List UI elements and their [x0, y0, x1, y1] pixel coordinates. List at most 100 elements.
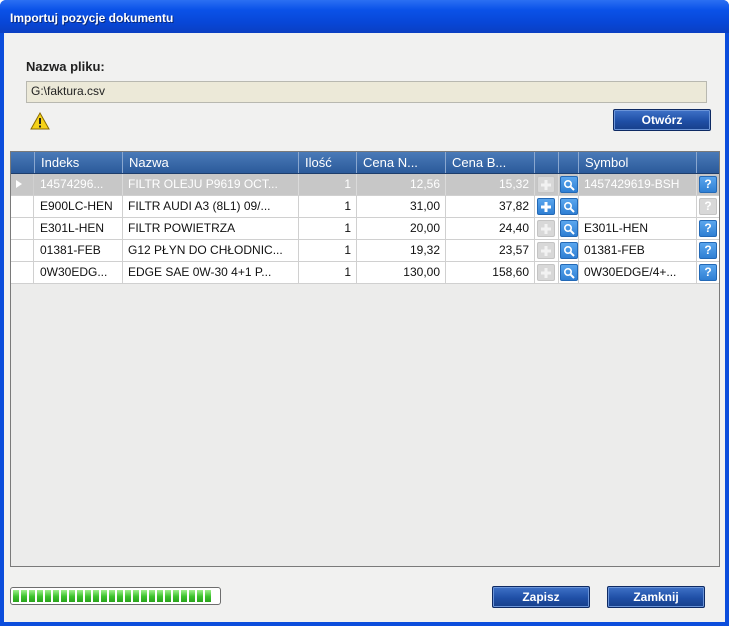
cell-symbol[interactable]: E301L-HEN	[579, 218, 697, 239]
cell-indeks[interactable]: 14574296...	[35, 174, 123, 195]
cell-cena-netto[interactable]: 130,00	[357, 262, 446, 283]
header-search	[559, 152, 579, 173]
progress-segment	[149, 590, 155, 602]
row-marker[interactable]	[11, 262, 34, 283]
file-path-field[interactable]: G:\faktura.csv	[26, 81, 707, 103]
help-icon[interactable]: ?	[699, 264, 717, 281]
progress-bar	[10, 587, 221, 605]
progress-segment	[181, 590, 187, 602]
cell-cena-netto[interactable]: 19,32	[357, 240, 446, 261]
cell-nazwa[interactable]: FILTR OLEJU P9619 OCT...	[123, 174, 299, 195]
cell-indeks[interactable]: E301L-HEN	[35, 218, 123, 239]
cell-nazwa[interactable]: FILTR POWIETRZA	[123, 218, 299, 239]
cell-add	[535, 174, 559, 195]
header-nazwa[interactable]: Nazwa	[123, 152, 299, 173]
dialog-client-area: Nazwa pliku: G:\faktura.csv Otwórz Indek…	[4, 33, 725, 622]
cell-nazwa[interactable]: FILTR AUDI A3 (8L1) 09/...	[123, 196, 299, 217]
progress-segment	[101, 590, 107, 602]
progress-fill	[13, 590, 218, 602]
row-marker[interactable]	[11, 174, 34, 195]
cell-search	[559, 262, 579, 283]
cell-indeks[interactable]: 01381-FEB	[35, 240, 123, 261]
close-button[interactable]: Zamknij	[607, 586, 705, 608]
cell-cena-brutto[interactable]: 158,60	[446, 262, 535, 283]
cell-indeks[interactable]: E900LC-HEN	[35, 196, 123, 217]
cell-ilosc[interactable]: 1	[299, 196, 357, 217]
cell-ilosc[interactable]: 1	[299, 218, 357, 239]
header-indeks[interactable]: Indeks	[35, 152, 123, 173]
cell-search	[559, 218, 579, 239]
cell-cena-netto[interactable]: 20,00	[357, 218, 446, 239]
cell-cena-brutto[interactable]: 15,32	[446, 174, 535, 195]
cell-help: ?	[697, 240, 719, 261]
progress-segment	[205, 590, 211, 602]
header-ilosc[interactable]: Ilość	[299, 152, 357, 173]
window-title: Importuj pozycje dokumentu	[10, 11, 174, 25]
cell-symbol[interactable]: 0W30EDGE/4+...	[579, 262, 697, 283]
row-marker[interactable]	[11, 218, 34, 239]
search-icon[interactable]	[560, 198, 578, 215]
table-row[interactable]: E900LC-HEN FILTR AUDI A3 (8L1) 09/... 1 31,…	[11, 196, 719, 218]
search-icon[interactable]	[560, 264, 578, 281]
header-row-marker	[11, 152, 35, 173]
add-icon[interactable]	[537, 264, 555, 281]
search-icon[interactable]	[560, 176, 578, 193]
cell-search	[559, 240, 579, 261]
progress-segment	[173, 590, 179, 602]
cell-symbol[interactable]	[579, 196, 697, 217]
cell-cena-brutto[interactable]: 24,40	[446, 218, 535, 239]
help-icon[interactable]: ?	[699, 176, 717, 193]
import-dialog-window: Importuj pozycje dokumentu Nazwa pliku: …	[0, 0, 729, 626]
header-cena-brutto[interactable]: Cena B...	[446, 152, 535, 173]
cell-symbol[interactable]: 01381-FEB	[579, 240, 697, 261]
progress-segment	[21, 590, 27, 602]
help-icon[interactable]: ?	[699, 242, 717, 259]
cell-search	[559, 174, 579, 195]
add-icon[interactable]	[537, 198, 555, 215]
cell-nazwa[interactable]: EDGE SAE 0W-30 4+1 P...	[123, 262, 299, 283]
file-panel: Nazwa pliku: G:\faktura.csv Otwórz	[10, 41, 719, 143]
cell-cena-brutto[interactable]: 37,82	[446, 196, 535, 217]
title-bar[interactable]: Importuj pozycje dokumentu	[0, 0, 729, 33]
cell-indeks[interactable]: 0W30EDG...	[35, 262, 123, 283]
header-symbol[interactable]: Symbol	[579, 152, 697, 173]
cell-cena-brutto[interactable]: 23,57	[446, 240, 535, 261]
progress-segment	[165, 590, 171, 602]
cell-symbol[interactable]: 1457429619-BSH	[579, 174, 697, 195]
help-icon[interactable]: ?	[699, 198, 717, 215]
save-button[interactable]: Zapisz	[492, 586, 590, 608]
table-row[interactable]: 14574296... FILTR OLEJU P9619 OCT... 1 12,5…	[11, 174, 719, 196]
progress-segment	[157, 590, 163, 602]
cell-help: ?	[697, 196, 719, 217]
row-pointer-icon	[16, 180, 22, 188]
cell-ilosc[interactable]: 1	[299, 174, 357, 195]
progress-segment	[53, 590, 59, 602]
cell-nazwa[interactable]: G12 PŁYN DO CHŁODNIC...	[123, 240, 299, 261]
progress-segment	[61, 590, 67, 602]
progress-segment	[125, 590, 131, 602]
add-icon[interactable]	[537, 176, 555, 193]
cell-ilosc[interactable]: 1	[299, 240, 357, 261]
table-row[interactable]: 0W30EDG... EDGE SAE 0W-30 4+1 P... 1 130,00…	[11, 262, 719, 284]
progress-segment	[109, 590, 115, 602]
row-marker[interactable]	[11, 196, 34, 217]
progress-segment	[29, 590, 35, 602]
row-marker[interactable]	[11, 240, 34, 261]
grid-header: Indeks Nazwa Ilość Cena N... Cena B... S…	[11, 152, 719, 174]
cell-cena-netto[interactable]: 31,00	[357, 196, 446, 217]
cell-add	[535, 262, 559, 283]
open-button[interactable]: Otwórz	[613, 109, 711, 131]
cell-ilosc[interactable]: 1	[299, 262, 357, 283]
add-icon[interactable]	[537, 220, 555, 237]
header-cena-netto[interactable]: Cena N...	[357, 152, 446, 173]
progress-segment	[189, 590, 195, 602]
cell-cena-netto[interactable]: 12,56	[357, 174, 446, 195]
table-row[interactable]: E301L-HEN FILTR POWIETRZA 1 20,00 24,40 E301L…	[11, 218, 719, 240]
search-icon[interactable]	[560, 242, 578, 259]
search-icon[interactable]	[560, 220, 578, 237]
add-icon[interactable]	[537, 242, 555, 259]
header-help	[697, 152, 719, 173]
help-icon[interactable]: ?	[699, 220, 717, 237]
table-row[interactable]: 01381-FEB G12 PŁYN DO CHŁODNIC... 1 19,32 23…	[11, 240, 719, 262]
progress-segment	[141, 590, 147, 602]
